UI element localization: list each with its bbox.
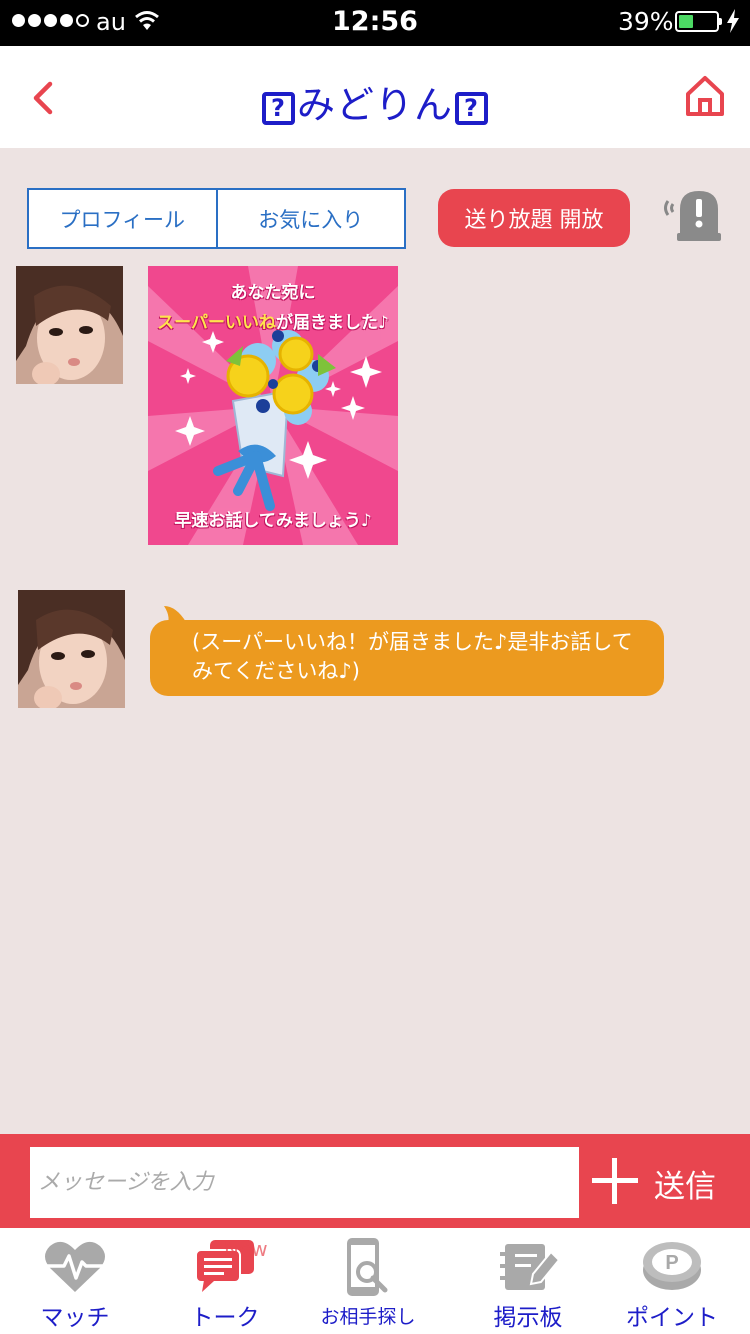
new-badge: New xyxy=(224,1237,268,1261)
stamp-highlight: スーパーいいね xyxy=(157,313,276,333)
tab-label: ポイント xyxy=(626,1305,718,1331)
profile-favorite-group: プロフィール お気に入り xyxy=(27,188,406,249)
charging-bolt-icon xyxy=(726,9,740,37)
status-bar: au 12:56 39% xyxy=(0,0,750,46)
stamp-line-2-rest: が届きました♪ xyxy=(275,313,389,333)
tab-bulletin-board[interactable]: 掲示板 xyxy=(453,1228,603,1334)
report-alert-button[interactable] xyxy=(658,187,724,243)
tab-label: トーク xyxy=(190,1305,260,1331)
partner-avatar[interactable] xyxy=(18,590,125,708)
home-button[interactable] xyxy=(684,74,726,118)
svg-text:P: P xyxy=(665,1252,678,1274)
message-bubble: (スーパーいいね！が届きました♪是非お話してみてくださいね♪) xyxy=(150,620,664,696)
plus-icon xyxy=(592,1158,638,1204)
board-icon xyxy=(500,1244,559,1290)
unlimited-send-button[interactable]: 送り放題 開放 xyxy=(438,189,630,247)
tab-label: 掲示板 xyxy=(493,1305,563,1331)
tab-match[interactable]: マッチ xyxy=(0,1228,150,1334)
partner-name: みどりん xyxy=(296,83,453,127)
battery-percentage: 39% xyxy=(618,7,674,36)
alert-icon xyxy=(664,191,721,241)
attach-button[interactable] xyxy=(590,1156,640,1206)
title-question-box-icon: ? xyxy=(261,92,295,125)
partner-avatar[interactable] xyxy=(16,266,123,384)
title-question-box-icon: ? xyxy=(455,92,488,125)
tab-partner-search[interactable]: お相手探し xyxy=(293,1228,443,1334)
phone-search-icon xyxy=(347,1238,388,1296)
profile-button[interactable]: プロフィール xyxy=(29,190,216,247)
message-input-bar: 送信 xyxy=(0,1134,750,1228)
message-input[interactable] xyxy=(30,1147,579,1218)
stamp-line-3: 早速お話してみましょう♪ xyxy=(174,511,372,531)
super-like-stamp-image: あなた宛に スーパーいいねが届きました♪ 早速お話してみましょう♪ xyxy=(148,266,398,545)
battery-icon xyxy=(675,11,722,32)
heartbeat-icon xyxy=(45,1241,105,1292)
point-coin-icon: P xyxy=(643,1242,701,1290)
stamp-line-1: あなた宛に xyxy=(230,283,316,303)
bottom-tab-bar: マッチ トーク お相手探し 掲示板 P ポイント xyxy=(0,1228,750,1334)
home-icon xyxy=(686,76,724,116)
favorite-button[interactable]: お気に入り xyxy=(215,190,405,247)
tab-points[interactable]: P ポイント xyxy=(597,1228,747,1334)
page-title: ? みどりん? xyxy=(0,74,750,129)
nav-header: ? みどりん? xyxy=(0,46,750,148)
tab-label: マッチ xyxy=(40,1305,110,1331)
send-button[interactable]: 送信 xyxy=(654,1161,716,1206)
stamp-line-2: スーパーいいねが届きました♪ xyxy=(148,308,398,333)
tab-label: お相手探し xyxy=(320,1306,416,1328)
